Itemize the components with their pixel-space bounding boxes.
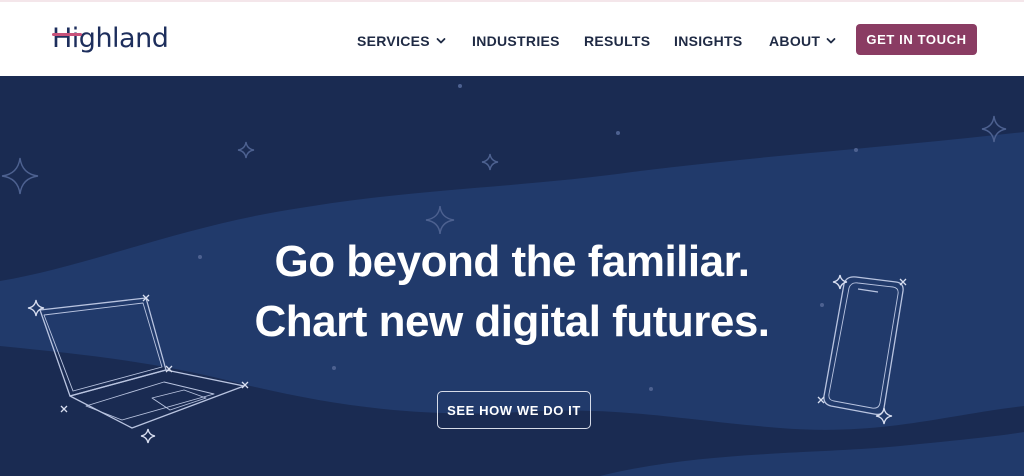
sparkle-icon [237,141,255,159]
nav-item-services[interactable]: SERVICES [357,31,446,51]
sparkle-icon [1,157,39,195]
nav-label: SERVICES [357,33,430,49]
see-how-we-do-it-button[interactable]: SEE HOW WE DO IT [437,391,591,429]
nav-label: ABOUT [769,33,821,49]
hero-wave-lower [600,432,1024,476]
headline-line-2: Chart new digital futures. [254,297,770,346]
nav-item-results[interactable]: RESULTS [584,31,650,51]
nav-item-about[interactable]: ABOUT [769,31,836,51]
get-in-touch-button[interactable]: GET IN TOUCH [856,24,977,55]
chevron-down-icon [436,38,446,44]
sparkle-dot [458,84,462,88]
sparkle-dot [649,387,653,391]
nav-label: INSIGHTS [674,33,743,49]
chevron-down-icon [826,38,836,44]
sparkle-dot [616,131,620,135]
hero-section: Go beyond the familiar. Chart new digita… [0,76,1024,476]
hero-headline: Go beyond the familiar. Chart new digita… [0,232,1024,352]
main-nav: SERVICES INDUSTRIES RESULTS INSIGHTS ABO… [0,2,1024,76]
headline-line-1: Go beyond the familiar. [274,237,750,286]
nav-label: INDUSTRIES [472,33,560,49]
nav-label: RESULTS [584,33,651,49]
nav-item-insights[interactable]: INSIGHTS [674,31,743,51]
site-header: Highland SERVICES INDUSTRIES RESULTS INS… [0,2,1024,76]
sparkle-dot [854,148,858,152]
sparkle-dot [332,366,336,370]
sparkle-icon [481,153,499,171]
nav-item-industries[interactable]: INDUSTRIES [472,31,560,51]
